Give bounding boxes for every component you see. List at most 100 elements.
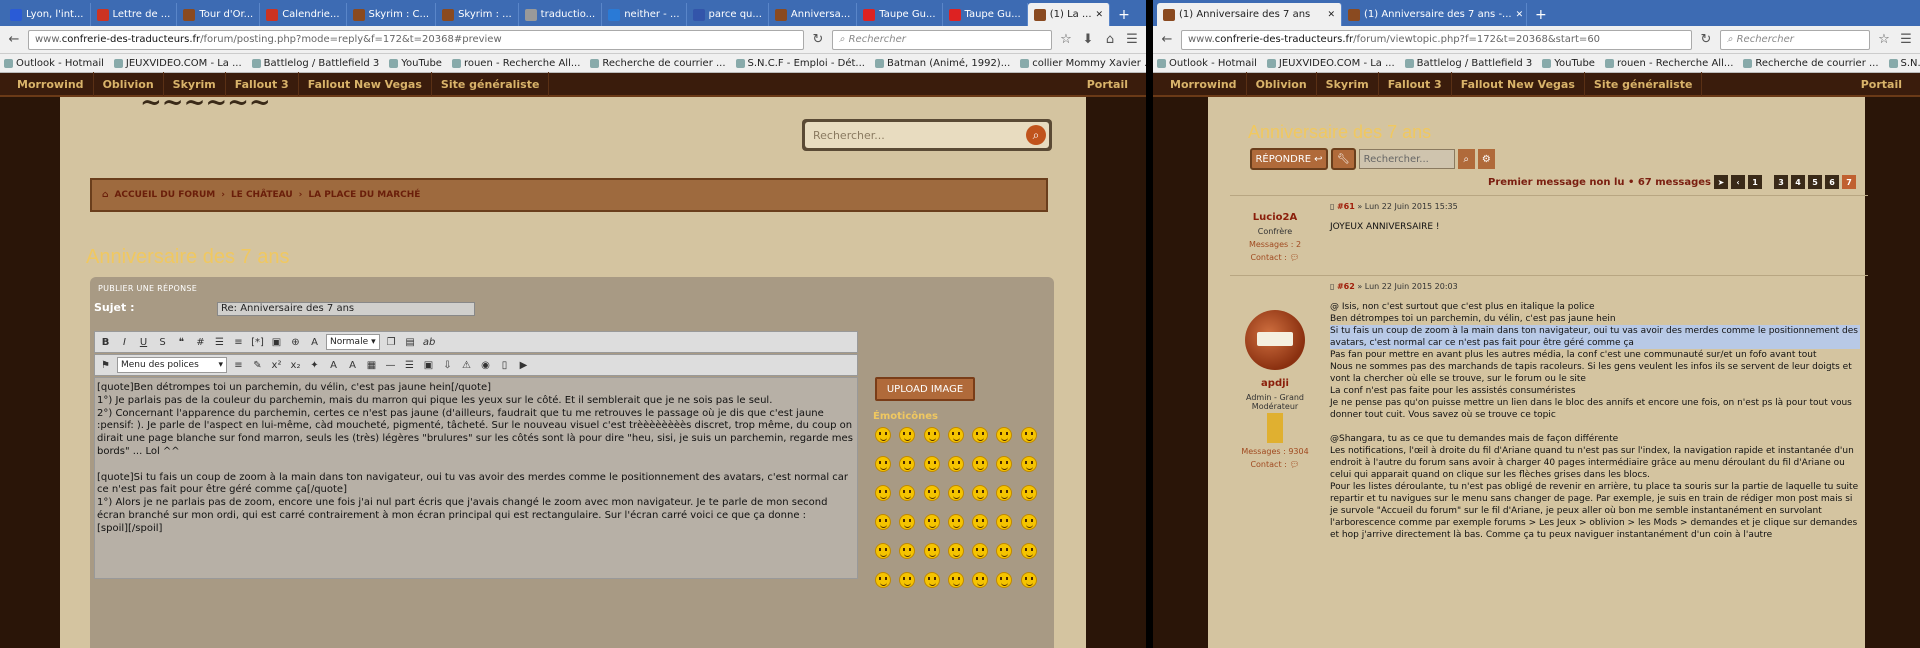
list-item-icon[interactable]: [*] (250, 335, 265, 350)
smiley-icon[interactable] (1020, 485, 1037, 501)
smiley-icon[interactable] (947, 456, 964, 472)
smiley-icon[interactable] (972, 572, 989, 588)
bookmark-item[interactable]: YouTube (389, 58, 442, 69)
italic-icon[interactable]: I (117, 335, 132, 350)
nav-item[interactable]: Fallout New Vegas (1452, 72, 1585, 96)
page-link[interactable]: 4 (1791, 175, 1805, 189)
smiley-icon[interactable] (1020, 456, 1037, 472)
browser-tab[interactable]: Lyon, l'int... (4, 3, 91, 26)
copy-icon[interactable]: ❐ (384, 335, 399, 350)
nav-item[interactable]: Morrowind (1161, 72, 1247, 96)
chat-icon[interactable]: 💬︎ (1289, 253, 1299, 262)
browser-tab[interactable]: (1) La ... ✕ (1027, 3, 1111, 26)
smiley-icon[interactable] (899, 427, 916, 443)
rows-icon[interactable]: ☰ (402, 358, 417, 373)
browser-search-input[interactable]: ⌕ Rechercher (832, 29, 1052, 50)
underline-icon[interactable]: U (136, 335, 151, 350)
font-family-select[interactable]: Menu des polices ▾ (117, 357, 227, 373)
bookmark-item[interactable]: Outlook - Hotmail (4, 58, 104, 69)
browser-tab[interactable]: traductio... (519, 3, 603, 26)
browser-tab[interactable]: Calendrie... (260, 3, 347, 26)
quote-icon[interactable]: ❝ (174, 335, 189, 350)
menu-icon[interactable]: ☰ (1124, 32, 1140, 47)
smiley-icon[interactable] (899, 543, 916, 559)
smiley-icon[interactable] (947, 485, 964, 501)
list-icon[interactable]: ☰ (212, 335, 227, 350)
bookmark-item[interactable]: Battlelog / Battlefield 3 (251, 58, 379, 69)
message-textarea[interactable]: [quote]Ben détrompes toi un parchemin, d… (94, 377, 858, 579)
smiley-icon[interactable] (972, 543, 989, 559)
picture-icon[interactable]: ▣ (421, 358, 436, 373)
smiley-icon[interactable] (1020, 514, 1037, 530)
smiley-icon[interactable] (972, 456, 989, 472)
smiley-icon[interactable] (875, 427, 891, 443)
smiley-icon[interactable] (947, 572, 964, 588)
breadcrumb-chateau[interactable]: LE CHÂTEAU (231, 190, 293, 200)
smiley-icon[interactable] (875, 456, 891, 472)
search-icon[interactable]: ⌕ (1457, 149, 1475, 169)
browser-tab[interactable]: (1) Anniversaire des 7 ans -... ✕ (1342, 3, 1527, 26)
search-icon[interactable]: ⌕ (1026, 125, 1046, 145)
post-author[interactable]: Lucio2A (1230, 212, 1320, 223)
hr-icon[interactable]: — (383, 358, 398, 373)
nav-item[interactable]: Site généraliste (432, 72, 550, 96)
bookmark-item[interactable]: Recherche de courrier ... (590, 58, 726, 69)
smiley-icon[interactable] (996, 427, 1013, 443)
bookmark-star-icon[interactable]: ☆ (1876, 32, 1892, 47)
numbered-list-icon[interactable]: ≡ (231, 335, 246, 350)
bookmark-item[interactable]: JEUXVIDEO.COM - La ... (113, 58, 242, 69)
nav-item[interactable]: Fallout 3 (1379, 72, 1452, 96)
browser-tab[interactable]: Lettre de ... (91, 3, 178, 26)
pagination-text[interactable]: Premier message non lu • 67 messages (1488, 177, 1711, 188)
bookmark-star-icon[interactable]: ☆ (1058, 32, 1074, 47)
bookmark-item[interactable]: S.N.C.F - Emploi - Dét... (735, 58, 865, 69)
browser-search-input[interactable]: ⌕ Rechercher (1720, 29, 1870, 50)
close-icon[interactable]: ✕ (1096, 10, 1104, 20)
superscript-icon[interactable]: x² (269, 358, 284, 373)
bookmark-item[interactable]: S.N.C.F - Emploi - Dét... (1888, 58, 1920, 69)
glow-icon[interactable]: ✦ (307, 358, 322, 373)
browser-tab[interactable]: Skyrim : ... (436, 3, 519, 26)
pagination-arrow-icon[interactable]: ➤ (1714, 175, 1728, 189)
smiley-icon[interactable] (996, 456, 1013, 472)
topic-search-input[interactable]: Rechercher... (1358, 149, 1455, 169)
smiley-icon[interactable] (923, 543, 940, 559)
upload-image-button[interactable]: UPLOAD IMAGE (875, 377, 975, 401)
bookmark-item[interactable]: Battlelog / Battlefield 3 (1404, 58, 1532, 69)
smiley-icon[interactable] (899, 485, 916, 501)
smiley-icon[interactable] (1020, 572, 1037, 588)
bookmark-item[interactable]: Batman (Animé, 1992)... (874, 58, 1010, 69)
close-icon[interactable]: ✕ (1516, 10, 1524, 20)
smiley-icon[interactable] (996, 543, 1013, 559)
breadcrumb-home[interactable]: ACCUEIL DU FORUM (114, 190, 215, 200)
bookmark-item[interactable]: rouen - Recherche All... (1604, 58, 1733, 69)
page-link[interactable]: 5 (1808, 175, 1822, 189)
play-icon[interactable]: ▶ (516, 358, 531, 373)
prev-page-icon[interactable]: ‹ (1731, 175, 1745, 189)
font-size-select[interactable]: Normale ▾ (326, 334, 380, 350)
smiley-icon[interactable] (972, 485, 989, 501)
nav-item[interactable]: Morrowind (8, 72, 94, 96)
shadow-icon[interactable]: A (326, 358, 341, 373)
nav-item[interactable]: Skyrim (1317, 72, 1379, 96)
page-link[interactable]: 1 (1748, 175, 1762, 189)
page-link[interactable]: 6 (1825, 175, 1839, 189)
site-search-input[interactable]: Rechercher... (805, 122, 1049, 148)
smiley-icon[interactable] (923, 427, 940, 443)
browser-tab[interactable]: Skyrim : C... (347, 3, 437, 26)
back-icon[interactable]: ← (6, 32, 22, 47)
color-icon[interactable]: A (307, 335, 322, 350)
smiley-icon[interactable] (996, 485, 1013, 501)
home-icon[interactable]: ⌂ (1102, 32, 1118, 47)
smiley-icon[interactable] (923, 572, 940, 588)
nav-item[interactable]: Oblivion (94, 72, 164, 96)
download-icon[interactable]: ⇩ (440, 358, 455, 373)
smiley-icon[interactable] (972, 427, 989, 443)
paste-icon[interactable]: ▤ (403, 335, 418, 350)
tools-button[interactable]: 🔧︎ (1330, 148, 1356, 170)
smiley-icon[interactable] (899, 572, 916, 588)
browser-tab[interactable]: Taupe Gu... (943, 3, 1028, 26)
new-tab-icon[interactable]: + (1110, 3, 1138, 26)
url-bar[interactable]: www. confrerie-des-traducteurs.fr/forum/v… (1181, 29, 1692, 50)
chat-icon[interactable]: 💬︎ (1289, 460, 1299, 469)
